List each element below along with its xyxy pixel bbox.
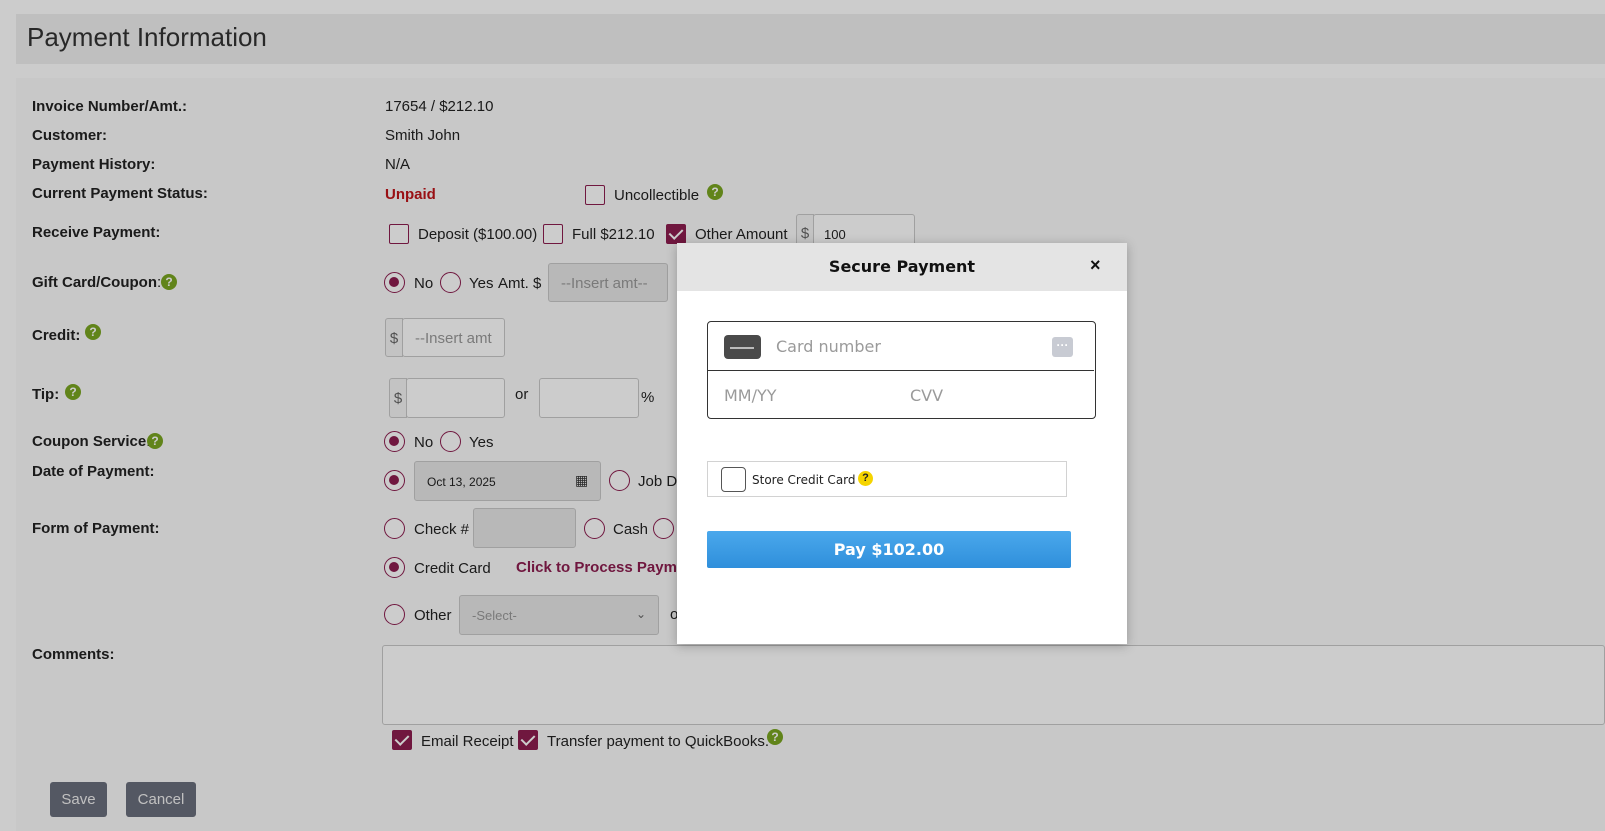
store-card-option: Store Credit Card ? xyxy=(707,461,1067,497)
store-card-help-icon[interactable]: ? xyxy=(858,471,873,486)
store-card-label: Store Credit Card xyxy=(752,473,856,487)
expiry-input[interactable]: MM/YY xyxy=(724,386,777,405)
secure-payment-modal: Secure Payment × Card number ··· MM/YY C… xyxy=(677,243,1127,644)
pay-button[interactable]: Pay $102.00 xyxy=(707,531,1071,568)
card-details-field: Card number ··· MM/YY CVV xyxy=(707,321,1096,419)
cvv-input[interactable]: CVV xyxy=(910,386,943,405)
close-icon[interactable]: × xyxy=(1090,255,1101,276)
card-autofill-icon[interactable]: ··· xyxy=(1052,337,1073,357)
credit-card-icon xyxy=(724,335,761,359)
store-card-checkbox[interactable] xyxy=(721,467,746,492)
card-field-divider xyxy=(708,370,1094,371)
card-number-input[interactable]: Card number xyxy=(776,337,881,356)
modal-title: Secure Payment xyxy=(828,257,976,276)
